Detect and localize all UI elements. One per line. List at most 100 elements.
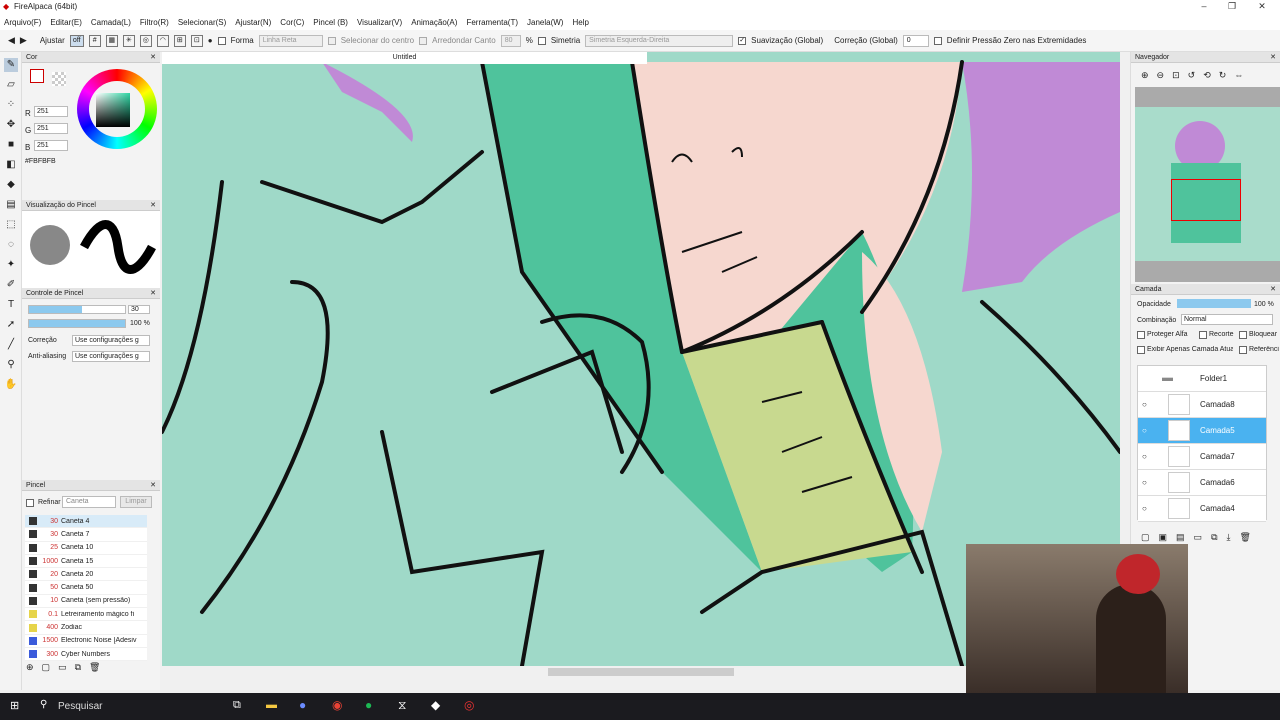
ajustar-button[interactable]: Ajustar: [40, 36, 65, 45]
snap-3d-icon[interactable]: ⊡: [190, 34, 203, 47]
close-icon[interactable]: ✕: [1270, 284, 1276, 295]
menu-ferramenta[interactable]: Ferramenta(T): [466, 18, 518, 27]
layer-item[interactable]: ○ Camada8: [1138, 392, 1266, 418]
layer-opacity-slider[interactable]: [1177, 299, 1251, 308]
merge-down-icon[interactable]: ⤓: [1227, 532, 1231, 543]
close-icon[interactable]: ✕: [150, 52, 156, 63]
layer-item[interactable]: ○ Camada7: [1138, 444, 1266, 470]
reference-checkbox[interactable]: [1239, 346, 1247, 354]
task-view-icon[interactable]: ⧉: [233, 699, 241, 712]
brush-list-item[interactable]: 20 Caneta 20: [25, 568, 147, 582]
folder-icon[interactable]: ▭: [58, 662, 67, 673]
snap-circle-icon[interactable]: ◎: [139, 34, 152, 47]
lock-checkbox[interactable]: [1239, 331, 1247, 339]
delete-layer-icon[interactable]: 🗑: [1239, 532, 1250, 543]
add-brush-icon[interactable]: ⊕: [26, 662, 34, 673]
close-icon[interactable]: ✕: [150, 200, 156, 211]
brush-list-item[interactable]: 10 Caneta (sem pressão): [25, 594, 147, 609]
forma-select[interactable]: Linha Reta: [258, 34, 323, 47]
brush-search-input[interactable]: Caneta: [62, 496, 116, 508]
menu-visualizar[interactable]: Visualizar(V): [357, 18, 402, 27]
discord-icon[interactable]: ●: [299, 698, 306, 712]
snap-perspective-icon[interactable]: ⊞: [173, 34, 186, 47]
refine-checkbox[interactable]: [26, 499, 34, 507]
menu-help[interactable]: Help: [572, 18, 588, 27]
search-icon[interactable]: ⚲: [40, 699, 47, 710]
protect-alpha-checkbox[interactable]: [1137, 331, 1145, 339]
taskbar-search[interactable]: Pesquisar: [58, 701, 102, 712]
blend-select[interactable]: Normal: [1181, 314, 1273, 325]
brush-list-item[interactable]: 1500 Electronic Noise [Adesiv: [25, 634, 147, 648]
bucket-tool-icon[interactable]: ◧: [4, 158, 18, 172]
correction-select[interactable]: 0: [902, 34, 929, 47]
transparent-swatch[interactable]: [52, 72, 66, 86]
r-input[interactable]: 251: [34, 106, 68, 117]
file-explorer-icon[interactable]: ▬: [266, 699, 277, 711]
trash-icon[interactable]: 🗑: [89, 662, 100, 673]
menu-filtro[interactable]: Filtro(R): [140, 18, 169, 27]
round-checkbox[interactable]: [419, 36, 428, 45]
new-folder-icon[interactable]: ▭: [1194, 532, 1203, 543]
brush-list-item[interactable]: 1000 Caneta 15: [25, 554, 147, 569]
eye-icon[interactable]: ○: [1142, 504, 1147, 513]
eye-icon[interactable]: ○: [1142, 400, 1147, 409]
snap-radial-icon[interactable]: ✳: [122, 34, 135, 47]
zoom-out-icon[interactable]: ⊖: [1157, 70, 1165, 81]
spotify-icon[interactable]: ●: [365, 698, 372, 712]
magic-wand-tool-icon[interactable]: ✦: [4, 258, 18, 272]
clipping-checkbox[interactable]: [1199, 331, 1207, 339]
menu-janela[interactable]: Janela(W): [527, 18, 563, 27]
brush-list-item[interactable]: 30 Caneta 7: [25, 528, 147, 542]
menu-editar[interactable]: Editar(E): [50, 18, 82, 27]
symmetry-select[interactable]: Simetria Esquerda-Direita: [585, 34, 734, 47]
close-icon[interactable]: ✕: [150, 288, 156, 299]
antialias-select[interactable]: Use configurações g: [72, 351, 150, 362]
brush-list-item[interactable]: 30 Caneta 4: [25, 515, 147, 529]
symmetry-checkbox[interactable]: [537, 36, 546, 45]
layer-folder[interactable]: ▬ Folder1: [1138, 366, 1266, 392]
correction-select[interactable]: Use configurações g: [72, 335, 150, 346]
fill-tool-icon[interactable]: ◆: [4, 178, 18, 192]
layer-item[interactable]: ○ Camada4: [1138, 496, 1266, 522]
document-tab[interactable]: Untitled: [162, 52, 647, 64]
hand-tool-icon[interactable]: ✋: [4, 378, 18, 392]
new-layer-icon[interactable]: ▢: [1141, 532, 1150, 543]
eyedropper-tool-icon[interactable]: ⚲: [4, 358, 18, 372]
show-current-checkbox[interactable]: [1137, 346, 1145, 354]
select-pen-tool-icon[interactable]: ✐: [4, 278, 18, 292]
snap-parallel-icon[interactable]: #: [88, 34, 101, 47]
menu-selecionar[interactable]: Selecionar(S): [178, 18, 226, 27]
duplicate-icon[interactable]: ⧉: [75, 662, 81, 673]
new-brush-icon[interactable]: ▢: [42, 662, 51, 673]
flip-icon[interactable]: ⇔: [1234, 70, 1243, 80]
undo-icon[interactable]: ◀: [8, 35, 15, 46]
brush-list-item[interactable]: 50 Caneta 50: [25, 581, 147, 595]
chrome-icon[interactable]: ◉: [332, 698, 342, 712]
dot-tool-icon[interactable]: ⁘: [4, 98, 18, 112]
brush-list-item[interactable]: 300 Cyber Numbers: [25, 647, 147, 662]
eraser-tool-icon[interactable]: ▱: [4, 78, 18, 92]
menu-pincel[interactable]: Pincel (B): [313, 18, 348, 27]
maximize-icon[interactable]: ❐: [1222, 1, 1242, 12]
duplicate-layer-icon[interactable]: ⧉: [1211, 532, 1217, 543]
dot-icon[interactable]: ●: [208, 36, 213, 45]
reset-rotate-icon[interactable]: ⟲: [1203, 70, 1211, 81]
new-1bit-layer-icon[interactable]: ▤: [1176, 532, 1185, 543]
primary-color-swatch[interactable]: [30, 69, 44, 83]
snap-off-button[interactable]: off: [69, 34, 84, 47]
layer-item[interactable]: ○ Camada6: [1138, 470, 1266, 496]
obs-icon[interactable]: ◎: [464, 698, 474, 712]
navigator-preview[interactable]: [1135, 87, 1280, 282]
pressure-checkbox[interactable]: [933, 36, 942, 45]
close-icon[interactable]: ✕: [150, 480, 156, 491]
brush-list-item[interactable]: 25 Caneta 10: [25, 541, 147, 555]
operation-tool-icon[interactable]: ➚: [4, 318, 18, 332]
brush-size-slider[interactable]: [28, 305, 126, 314]
brush-list-item[interactable]: 400 Zodiac: [25, 621, 147, 635]
lasso-tool-icon[interactable]: ◌: [4, 238, 18, 252]
close-icon[interactable]: ✕: [1270, 52, 1276, 63]
brush-size-input[interactable]: 30: [128, 305, 150, 314]
zoom-in-icon[interactable]: ⊕: [1141, 70, 1149, 81]
select-tool-icon[interactable]: ⬚: [4, 218, 18, 232]
scroll-thumb[interactable]: [548, 668, 734, 676]
